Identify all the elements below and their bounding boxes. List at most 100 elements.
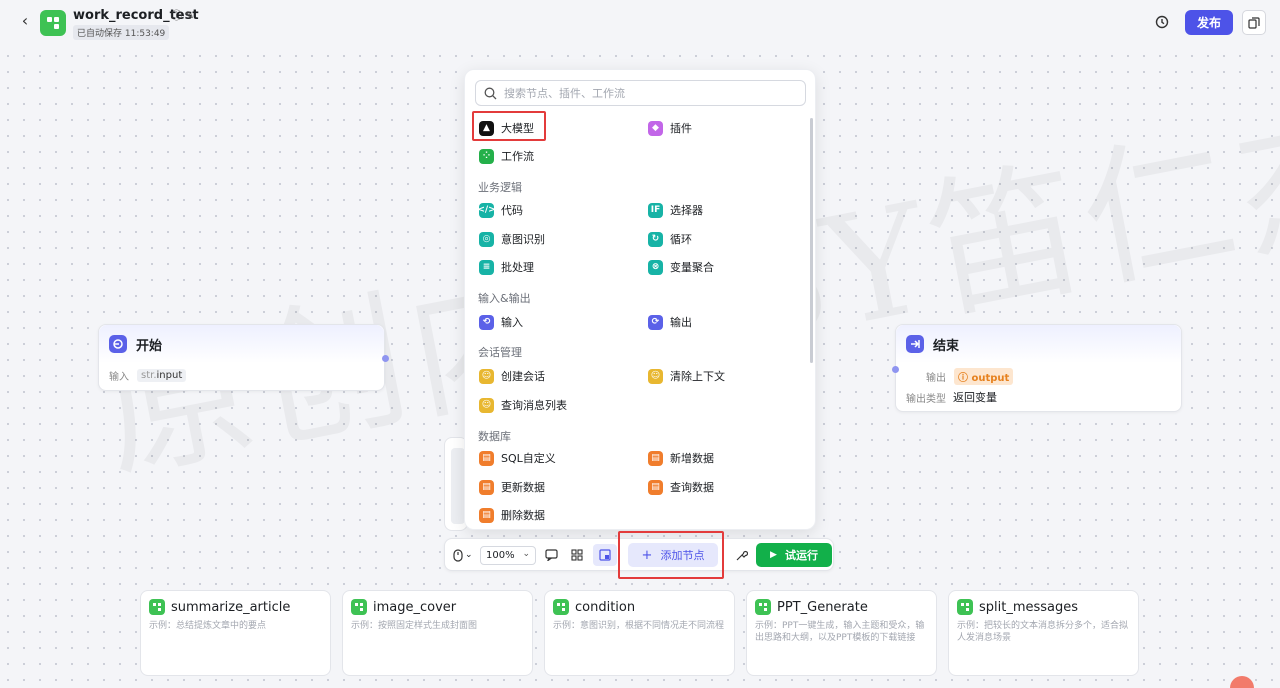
debug-tools-icon[interactable] bbox=[733, 547, 749, 563]
edit-icon[interactable]: ✎ bbox=[185, 10, 197, 22]
loop-icon: ↻ bbox=[648, 231, 663, 247]
info-icon[interactable]: ⓘ bbox=[171, 10, 183, 22]
panel-scrollbar[interactable] bbox=[810, 118, 813, 363]
template-desc: 示例：意图识别，根据不同情况走不同流程 bbox=[553, 621, 725, 631]
node-item-create-session[interactable]: ☺ 创建会话 bbox=[479, 365, 545, 387]
end-icon bbox=[906, 335, 924, 353]
start-node-header: 开始 bbox=[99, 325, 384, 363]
create-session-icon: ☺ bbox=[479, 368, 494, 384]
template-card[interactable]: image_cover 示例：按照固定样式生成封面图 bbox=[342, 590, 533, 676]
variable-merge-icon: ⊗ bbox=[648, 259, 663, 275]
test-run-label: 试运行 bbox=[784, 549, 818, 562]
intent-icon: ◎ bbox=[479, 231, 494, 247]
node-item-label: 更新数据 bbox=[501, 481, 545, 494]
zoom-select[interactable]: 100% ⌄ bbox=[480, 546, 536, 565]
workflow-icon bbox=[553, 599, 569, 615]
template-card[interactable]: split_messages 示例：把较长的文本消息拆分多个，适合拟人发消息场景 bbox=[948, 590, 1139, 676]
node-item-label: 输出 bbox=[670, 316, 692, 329]
top-bar: ‹ work_record_test ⓘ ✎ 已自动保存 11:53:49 发布 bbox=[0, 0, 1280, 46]
node-item-label: 代码 bbox=[501, 204, 523, 217]
node-item-label: 变量聚合 bbox=[670, 261, 714, 274]
node-search-box[interactable] bbox=[475, 80, 806, 106]
node-item-add-data[interactable]: ▤ 新增数据 bbox=[648, 447, 714, 469]
end-node-title: 结束 bbox=[933, 338, 960, 354]
node-search-input[interactable] bbox=[504, 86, 794, 100]
node-item-label: 新增数据 bbox=[670, 452, 714, 465]
add-data-icon: ▤ bbox=[648, 450, 663, 466]
copy-icon[interactable] bbox=[1242, 10, 1266, 35]
highlight-llm bbox=[472, 111, 546, 141]
search-icon bbox=[484, 87, 497, 99]
clear-context-icon: ☺ bbox=[648, 368, 663, 384]
mouse-mode-icon[interactable]: ⌄ bbox=[453, 547, 473, 563]
output-icon: ⟳ bbox=[648, 314, 663, 330]
workflow-icon bbox=[755, 599, 771, 615]
template-desc: 示例：按照固定样式生成封面图 bbox=[351, 621, 478, 631]
if-selector-icon: IF bbox=[648, 202, 663, 218]
workflow-icon bbox=[957, 599, 973, 615]
template-desc: 示例：把较长的文本消息拆分多个，适合拟人发消息场景 bbox=[957, 621, 1129, 643]
comment-icon[interactable] bbox=[543, 547, 559, 563]
delete-data-icon: ▤ bbox=[479, 507, 494, 523]
template-card[interactable]: PPT_Generate 示例：PPT一键生成，输入主题和受众，输出思路和大纲，… bbox=[746, 590, 937, 676]
node-item-selector[interactable]: IF 选择器 bbox=[648, 199, 703, 221]
output-field-name: output bbox=[971, 373, 1010, 384]
input-icon: ⟲ bbox=[479, 314, 494, 330]
code-icon: </> bbox=[477, 202, 496, 218]
start-node[interactable]: 开始 输入 str.input bbox=[98, 324, 389, 391]
template-name: PPT_Generate bbox=[777, 599, 868, 615]
update-data-icon: ▤ bbox=[479, 479, 494, 495]
node-item-intent[interactable]: ◎ 意图识别 bbox=[479, 228, 545, 250]
node-item-input[interactable]: ⟲ 输入 bbox=[479, 311, 523, 333]
template-name: condition bbox=[575, 599, 636, 615]
assistant-bubble-icon[interactable] bbox=[1230, 676, 1254, 688]
end-node-header: 结束 bbox=[896, 325, 1181, 363]
highlight-add-node bbox=[618, 531, 724, 579]
node-item-plugin[interactable]: ◆ 插件 bbox=[648, 117, 692, 139]
node-item-label: SQL自定义 bbox=[501, 452, 556, 465]
template-card[interactable]: condition 示例：意图识别，根据不同情况走不同流程 bbox=[544, 590, 735, 676]
minimap-toggle[interactable] bbox=[593, 544, 617, 566]
node-item-label: 插件 bbox=[670, 122, 692, 135]
template-card[interactable]: summarize_article 示例：总结提炼文章中的要点 bbox=[140, 590, 331, 676]
chevron-left-icon[interactable]: ‹ bbox=[16, 12, 34, 30]
input-field-label: 输入 bbox=[109, 372, 129, 383]
end-node[interactable]: 结束 输出 ⓘ output 输出类型 返回变量 bbox=[892, 324, 1182, 412]
template-name: split_messages bbox=[979, 599, 1079, 615]
node-item-sql[interactable]: ▤ SQL自定义 bbox=[479, 447, 556, 469]
output-field-tag: ⓘ output bbox=[954, 368, 1014, 385]
node-item-label: 创建会话 bbox=[501, 370, 545, 383]
node-item-query-data[interactable]: ▤ 查询数据 bbox=[648, 476, 714, 498]
history-icon[interactable] bbox=[1154, 14, 1170, 30]
input-field-tag: str.input bbox=[137, 369, 187, 382]
node-item-label: 工作流 bbox=[501, 150, 534, 163]
node-item-label: 清除上下文 bbox=[670, 370, 725, 383]
test-run-button[interactable]: ▶ 试运行 bbox=[756, 543, 832, 567]
publish-button[interactable]: 发布 bbox=[1185, 10, 1233, 35]
section-database: 数据库 bbox=[478, 430, 511, 443]
template-name: summarize_article bbox=[171, 599, 291, 615]
query-data-icon: ▤ bbox=[648, 479, 663, 495]
hidden-node-content bbox=[451, 448, 465, 524]
node-item-label: 输入 bbox=[501, 316, 523, 329]
node-item-label: 批处理 bbox=[501, 261, 534, 274]
node-item-delete-data[interactable]: ▤ 删除数据 bbox=[479, 504, 545, 526]
node-item-clear-context[interactable]: ☺ 清除上下文 bbox=[648, 365, 725, 387]
node-item-workflow[interactable]: ⁘ 工作流 bbox=[479, 145, 534, 167]
node-item-batch[interactable]: ≡ 批处理 bbox=[479, 256, 534, 278]
section-business-logic: 业务逻辑 bbox=[478, 181, 522, 194]
node-item-label: 查询消息列表 bbox=[501, 399, 567, 412]
node-item-message-list[interactable]: ☺ 查询消息列表 bbox=[479, 394, 567, 416]
start-output-port[interactable] bbox=[382, 355, 389, 362]
node-item-update-data[interactable]: ▤ 更新数据 bbox=[479, 476, 545, 498]
end-input-port[interactable] bbox=[892, 366, 899, 373]
workflow-icon bbox=[40, 10, 66, 36]
node-item-variable-merge[interactable]: ⊗ 变量聚合 bbox=[648, 256, 714, 278]
layout-grid-icon[interactable] bbox=[569, 547, 585, 563]
message-list-icon: ☺ bbox=[479, 397, 494, 413]
node-item-output[interactable]: ⟳ 输出 bbox=[648, 311, 692, 333]
node-item-code[interactable]: </> 代码 bbox=[477, 199, 523, 221]
start-icon bbox=[109, 335, 127, 353]
node-item-loop[interactable]: ↻ 循环 bbox=[648, 228, 692, 250]
template-name: image_cover bbox=[373, 599, 457, 615]
